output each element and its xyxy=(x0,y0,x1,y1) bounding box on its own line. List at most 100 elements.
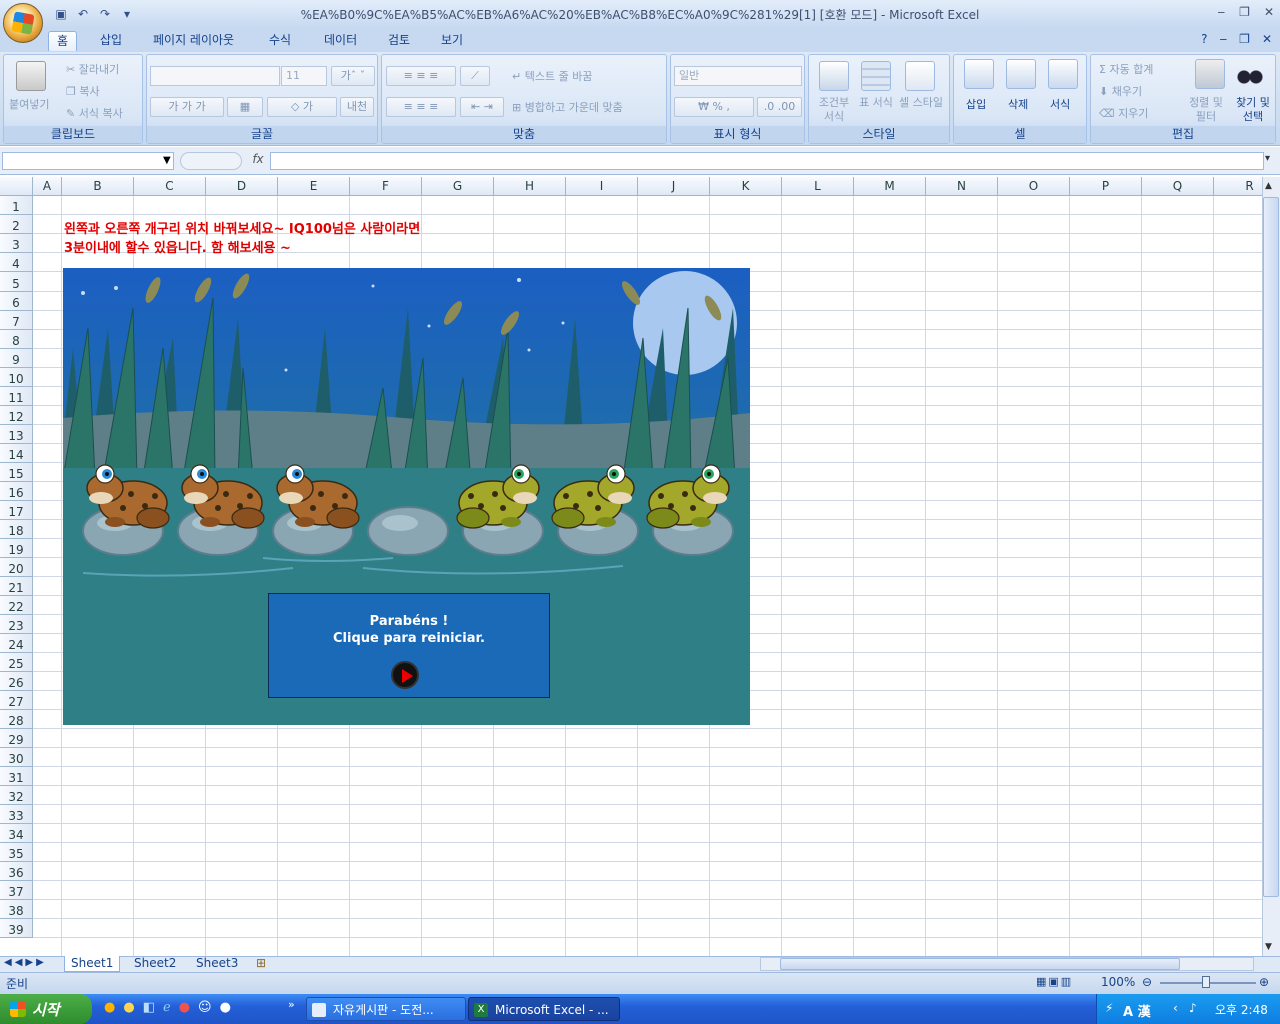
egg-icon[interactable]: ● xyxy=(220,1000,231,1015)
format-table-icon[interactable] xyxy=(861,61,891,91)
column-header[interactable]: F xyxy=(350,177,422,196)
font-grow-button[interactable]: 가ˆ ˇ xyxy=(331,66,375,86)
number-format-combo[interactable]: 일반 xyxy=(674,66,802,86)
delete-button[interactable]: 삭제 xyxy=(1008,96,1028,112)
wrap-text-button[interactable]: ↵ 텍스트 줄 바꿈 xyxy=(512,68,592,84)
insert-cells-icon[interactable] xyxy=(964,59,994,89)
format-cells-icon[interactable] xyxy=(1048,59,1078,89)
row-header[interactable]: 34 xyxy=(0,824,33,843)
row-header[interactable]: 3 xyxy=(0,234,33,253)
minimize-icon[interactable]: ‒ xyxy=(1218,5,1226,19)
insert-button[interactable]: 삽입 xyxy=(966,96,986,112)
zoom-out-icon[interactable]: ⊖ xyxy=(1142,975,1152,989)
column-header[interactable]: H xyxy=(494,177,566,196)
play-icon[interactable] xyxy=(391,661,419,689)
cell-B3-text[interactable]: 3분이내에 할수 있읍니다. 함 해보세용 ~ xyxy=(64,237,291,256)
row-header[interactable]: 4 xyxy=(0,253,33,272)
autosum-button[interactable]: Σ 자동 합계 xyxy=(1099,61,1153,77)
doc-minimize-icon[interactable]: ‒ xyxy=(1220,32,1228,46)
format-painter-button[interactable]: ✎ 서식 복사 xyxy=(66,105,123,121)
sheet-tab-1[interactable]: Sheet1 xyxy=(64,956,121,972)
row-header[interactable]: 21 xyxy=(0,577,33,596)
binoculars-icon[interactable] xyxy=(1235,59,1265,89)
row-header[interactable]: 27 xyxy=(0,691,33,710)
desktop-icon[interactable]: ◧ xyxy=(143,1000,155,1015)
row-header[interactable]: 32 xyxy=(0,786,33,805)
row-header[interactable]: 18 xyxy=(0,520,33,539)
row-header[interactable]: 23 xyxy=(0,615,33,634)
row-header[interactable]: 29 xyxy=(0,729,33,748)
column-header[interactable]: K xyxy=(710,177,782,196)
tray-expand-icon[interactable]: ‹ xyxy=(1173,1001,1178,1015)
row-header[interactable]: 30 xyxy=(0,748,33,767)
tab-home[interactable]: 홈 xyxy=(48,31,78,51)
column-header[interactable]: B xyxy=(62,177,134,196)
clear-button[interactable]: ⌫ 지우기 xyxy=(1099,105,1148,121)
row-header[interactable]: 7 xyxy=(0,311,33,330)
quick-launch-expand-icon[interactable]: » xyxy=(288,998,295,1011)
row-header[interactable]: 13 xyxy=(0,425,33,444)
decimal-buttons[interactable]: .0 .00 xyxy=(757,97,802,117)
column-header[interactable]: Q xyxy=(1142,177,1214,196)
format-table-button[interactable]: 표 서식 xyxy=(859,96,893,110)
sheet-tab-3[interactable]: Sheet3 xyxy=(190,956,244,972)
tab-formulas[interactable]: 수식 xyxy=(261,31,299,51)
close-icon[interactable]: ✕ xyxy=(1264,5,1274,19)
sort-filter-button[interactable]: 정렬 및 필터 xyxy=(1185,96,1227,124)
vertical-scroll-thumb[interactable] xyxy=(1263,197,1279,897)
delete-cells-icon[interactable] xyxy=(1006,59,1036,89)
tab-data[interactable]: 데이터 xyxy=(316,31,365,51)
row-header[interactable]: 2 xyxy=(0,215,33,234)
scroll-up-icon[interactable]: ▲ xyxy=(1265,181,1272,191)
font-name-combo[interactable] xyxy=(150,66,280,86)
merge-center-button[interactable]: ⊞ 병합하고 가운데 맞춤 xyxy=(512,99,623,115)
tab-view[interactable]: 보기 xyxy=(433,31,471,51)
help-icon[interactable]: ? xyxy=(1201,32,1207,46)
row-header[interactable]: 24 xyxy=(0,634,33,653)
tab-review[interactable]: 검토 xyxy=(380,31,418,51)
cut-button[interactable]: ✂ 잘라내기 xyxy=(66,61,119,77)
phonetic-button[interactable]: 내천 xyxy=(340,97,374,117)
orientation-button[interactable]: ⟋ xyxy=(460,66,490,86)
row-header[interactable]: 8 xyxy=(0,330,33,349)
column-header[interactable]: A xyxy=(33,177,62,196)
row-header[interactable]: 33 xyxy=(0,805,33,824)
find-select-button[interactable]: 찾기 및 선택 xyxy=(1231,96,1275,124)
zoom-slider-thumb[interactable] xyxy=(1202,976,1210,988)
row-header[interactable]: 17 xyxy=(0,501,33,520)
fill-color-button[interactable]: ◇ 가 xyxy=(267,97,337,117)
ie-icon[interactable]: ℯ xyxy=(163,1000,171,1015)
conditional-format-icon[interactable] xyxy=(819,61,849,91)
row-header[interactable]: 5 xyxy=(0,272,33,292)
column-header[interactable]: R xyxy=(1214,177,1262,196)
paste-icon[interactable] xyxy=(16,61,46,91)
name-box-dropdown-icon[interactable]: ▼ xyxy=(163,155,171,166)
row-header[interactable]: 20 xyxy=(0,558,33,577)
messenger-icon[interactable]: ● xyxy=(123,1000,134,1015)
paste-button[interactable]: 붙여넣기 xyxy=(9,96,49,112)
restart-dialog[interactable]: Parabéns ! Clique para reiniciar. xyxy=(268,593,550,698)
column-header[interactable]: C xyxy=(134,177,206,196)
doc-restore-icon[interactable]: ❐ xyxy=(1239,32,1250,46)
indent-buttons[interactable]: ⇤ ⇥ xyxy=(460,97,504,117)
cell-styles-icon[interactable] xyxy=(905,61,935,91)
formula-input[interactable] xyxy=(270,152,1264,170)
maximize-icon[interactable]: ❐ xyxy=(1239,5,1250,19)
media-icon[interactable]: ● xyxy=(179,1000,190,1015)
row-header[interactable]: 26 xyxy=(0,672,33,691)
scroll-down-icon[interactable]: ▼ xyxy=(1265,942,1272,952)
row-header[interactable]: 15 xyxy=(0,463,33,482)
volume-icon[interactable]: ♪ xyxy=(1189,1001,1197,1015)
borders-button[interactable]: ▦ xyxy=(227,97,263,117)
row-header[interactable]: 12 xyxy=(0,406,33,425)
conditional-format-button[interactable]: 조건부 서식 xyxy=(815,96,853,124)
sheet-tab-2[interactable]: Sheet2 xyxy=(128,956,182,972)
font-size-combo[interactable]: 11 xyxy=(281,66,327,86)
row-header[interactable]: 9 xyxy=(0,349,33,368)
row-header[interactable]: 6 xyxy=(0,292,33,311)
currency-percent-comma[interactable]: ₩ % , xyxy=(674,97,754,117)
row-header[interactable]: 1 xyxy=(0,196,33,215)
zoom-level[interactable]: 100% xyxy=(1101,975,1135,989)
formula-expand-icon[interactable]: ▾ xyxy=(1265,153,1270,164)
row-header[interactable]: 35 xyxy=(0,843,33,862)
